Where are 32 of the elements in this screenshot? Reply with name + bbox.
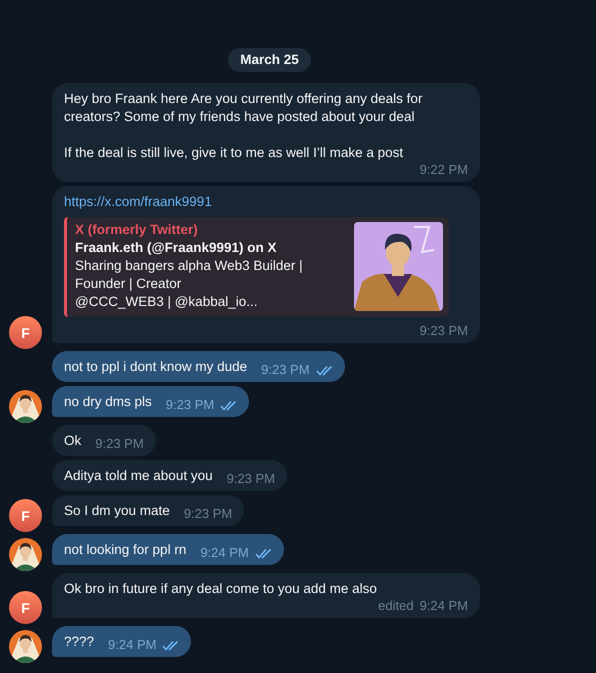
preview-site-name: X (formerly Twitter) [75, 221, 199, 239]
message-text: Hey bro Fraank here Are you currently offering any deals for creators? Some of my friends have posted about your deal If the deal is still live, give it to me as well I’ll make a post [64, 90, 424, 162]
person-avatar-icon[interactable] [9, 390, 42, 423]
message-time: 9:22 PM [420, 162, 468, 178]
message-time: 9:23 PM [261, 362, 310, 378]
message-text: no dry dms pls [64, 393, 152, 411]
message-text: Ok bro in future if any deal come to you add me also [64, 580, 377, 598]
preview-description: Sharing bangers alpha Web3 Builder | Founder | Creator @CCC_WEB3 | @kabbal_io... [75, 257, 304, 311]
message-time: 9:23 PM [226, 471, 276, 487]
message-time: 9:23 PM [184, 506, 232, 522]
avatar[interactable]: F [9, 591, 42, 624]
message-text: ???? [64, 633, 94, 651]
message-text: Aditya told me about you [64, 467, 213, 485]
message-time: 9:23 PM [166, 397, 214, 413]
message-text: Ok [64, 432, 82, 450]
message-text: not looking for ppl rn [64, 541, 186, 559]
link-preview[interactable]: X (formerly Twitter) Fraank.eth (@Fraank9991) on X Sharing bangers alpha Web3 Builder | Founder | Creator @CCC_WEB3 | @kabbal_io... [64, 217, 449, 317]
message-time: 9:23 PM [95, 436, 144, 452]
avatar[interactable]: F [9, 316, 42, 349]
person-avatar-icon[interactable] [9, 538, 42, 571]
date-label: March 25 [228, 48, 311, 72]
message-time: 9:24 PM [108, 637, 156, 653]
preview-title: Fraank.eth (@Fraank9991) on X [75, 239, 278, 257]
message-text: not to ppl i dont know my dude [64, 358, 248, 376]
person-avatar-icon[interactable] [9, 630, 42, 663]
message-link[interactable]: https://x.com/fraank9991 [64, 193, 468, 211]
message-time: 9:24 PM [420, 598, 468, 614]
edited-label: edited [378, 598, 414, 614]
message-time: 9:23 PM [420, 323, 468, 339]
message-time: 9:24 PM [200, 545, 249, 561]
message-text: So I dm you mate [64, 502, 170, 520]
avatar[interactable]: F [9, 499, 42, 532]
